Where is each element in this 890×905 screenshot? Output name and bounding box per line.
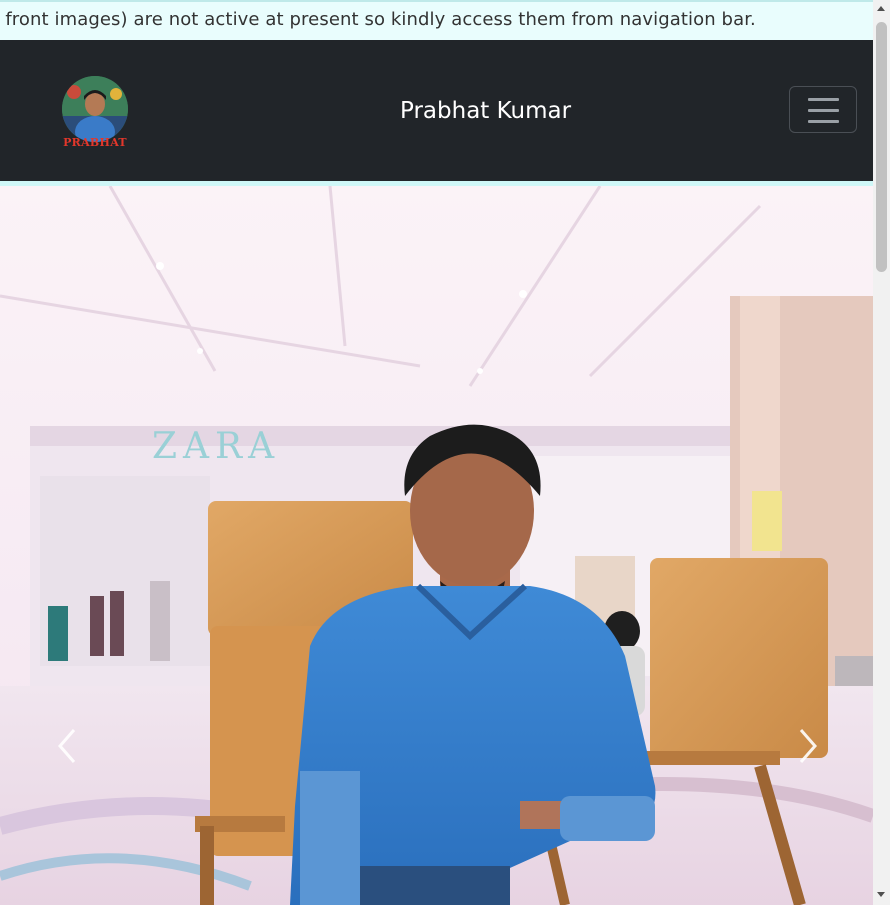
store-sign: ZARA (152, 426, 280, 467)
hero-photo: ZARA (0, 186, 873, 905)
hero-carousel: ZARA (0, 186, 873, 905)
page-scrollbar[interactable] (873, 0, 890, 905)
scroll-down-arrow-icon[interactable] (877, 892, 885, 897)
notice-text: n front images) are not active at presen… (0, 9, 756, 30)
carousel-prev-button[interactable] (52, 726, 82, 766)
notice-ticker: n front images) are not active at presen… (0, 0, 873, 40)
logo-portrait-image (62, 76, 128, 142)
scrollbar-thumb[interactable] (876, 22, 887, 272)
navbar-toggler-button[interactable] (789, 86, 857, 133)
chevron-right-icon (799, 729, 817, 763)
profile-logo[interactable] (62, 76, 128, 142)
brand-name[interactable]: Prabhat Kumar (400, 98, 571, 124)
carousel-next-button[interactable] (793, 726, 823, 766)
top-navbar: PRABHAT Prabhat Kumar (0, 40, 873, 181)
logo-caption: PRABHAT (63, 136, 127, 149)
chevron-left-icon (58, 729, 76, 763)
scroll-up-arrow-icon[interactable] (877, 6, 885, 11)
